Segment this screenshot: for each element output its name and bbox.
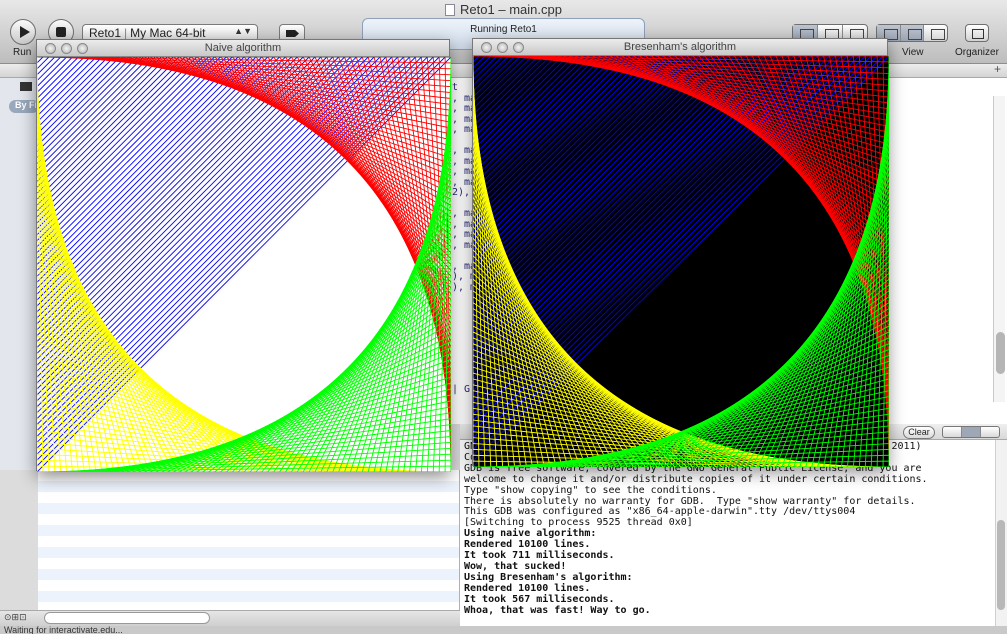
close-icon[interactable] bbox=[481, 42, 492, 53]
naive-window-title: Naive algorithm bbox=[37, 40, 449, 57]
window-title: Reto1 – main.cpp bbox=[0, 2, 1007, 17]
run-button[interactable] bbox=[10, 19, 36, 45]
filter-field[interactable] bbox=[44, 612, 210, 624]
scheme-separator: | bbox=[124, 26, 128, 40]
scheme-destination: My Mac 64-bit bbox=[130, 26, 206, 40]
run-label: Run bbox=[13, 47, 32, 58]
code-line: t bbox=[452, 82, 459, 93]
console-text: GN 2011) Co GDB is free software, covered … bbox=[464, 441, 928, 617]
status-bar: Waiting for interactivate.edu... bbox=[0, 626, 1007, 634]
variables-only-icon[interactable] bbox=[943, 427, 962, 437]
window-title-text: Reto1 – main.cpp bbox=[460, 2, 562, 17]
play-icon bbox=[19, 26, 30, 38]
console-line: Whoa, that was fast! Way to go. bbox=[464, 604, 651, 616]
console-only-icon[interactable] bbox=[981, 427, 999, 437]
xcode-window: Reto1 – main.cpp Run Reto1 | My Mac 64-bit… bbox=[0, 0, 1007, 634]
console-line: It took 567 milliseconds. bbox=[464, 593, 615, 605]
organizer-button[interactable] bbox=[965, 24, 989, 42]
activity-text: Running Reto1 bbox=[470, 24, 537, 35]
scheme-target: Reto1 bbox=[89, 26, 122, 40]
utilities-toggle-icon[interactable] bbox=[924, 25, 947, 41]
console-scroll-thumb[interactable] bbox=[997, 520, 1005, 610]
naive-render-canvas bbox=[37, 57, 451, 472]
document-icon bbox=[445, 4, 456, 16]
clear-console-button[interactable]: Clear bbox=[903, 426, 935, 439]
variables-view bbox=[38, 470, 460, 626]
console-line: Type "show copying" to see the condition… bbox=[464, 484, 717, 496]
stop-icon bbox=[56, 27, 66, 37]
bresenham-algorithm-window[interactable]: Bresenham's algorithm bbox=[472, 38, 889, 467]
minimize-icon[interactable] bbox=[61, 43, 72, 54]
bresenham-render-canvas bbox=[473, 56, 889, 467]
close-icon[interactable] bbox=[45, 43, 56, 54]
debug-view-control[interactable] bbox=[942, 426, 1000, 438]
debug-area-toggle-icon[interactable] bbox=[900, 25, 925, 41]
minimize-icon[interactable] bbox=[497, 42, 508, 53]
code-line: 2), bbox=[452, 187, 471, 198]
naive-algorithm-window[interactable]: Naive algorithm bbox=[36, 39, 451, 472]
console-line: welcome to change it and/or distribute c… bbox=[464, 473, 928, 485]
scope-icons[interactable]: ⊙⊞⊡ bbox=[4, 612, 27, 623]
popup-arrows-icon: ▲▼ bbox=[234, 26, 252, 36]
code-footer: | G bbox=[452, 384, 471, 395]
editor-scroll-thumb[interactable] bbox=[996, 332, 1005, 374]
view-label: View bbox=[902, 47, 924, 58]
by-file-filter[interactable]: By Fi bbox=[9, 100, 39, 113]
zoom-icon[interactable] bbox=[513, 42, 524, 53]
add-icon[interactable]: + bbox=[994, 62, 1001, 76]
organizer-label: Organizer bbox=[955, 47, 999, 58]
folder-icon[interactable] bbox=[20, 82, 32, 91]
bresenham-window-title: Bresenham's algorithm bbox=[473, 39, 887, 56]
zoom-icon[interactable] bbox=[77, 43, 88, 54]
both-views-icon[interactable] bbox=[962, 427, 981, 437]
